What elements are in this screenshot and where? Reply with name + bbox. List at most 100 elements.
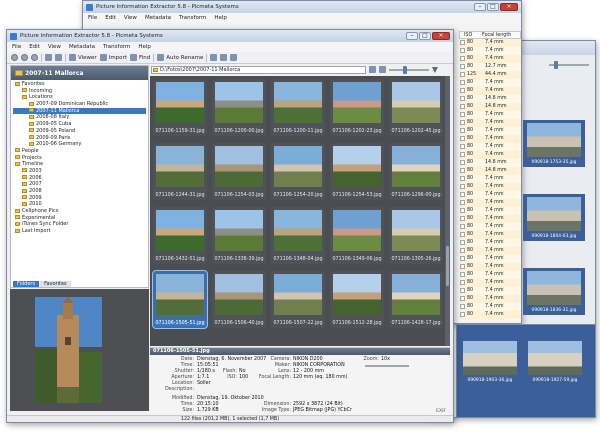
- thumbnail[interactable]: 071106-1200-11.jpg: [271, 79, 325, 136]
- tree-item[interactable]: 2010: [13, 201, 146, 208]
- row-checkbox[interactable]: [460, 64, 465, 69]
- copy-icon[interactable]: [45, 54, 52, 61]
- row-checkbox[interactable]: [460, 272, 465, 277]
- thumbnail[interactable]: 071106-1254-20.jpg: [271, 143, 325, 200]
- menu-view[interactable]: View: [48, 44, 61, 50]
- tree-item[interactable]: 2007-09 Dominican Republic: [13, 101, 146, 108]
- thumbnail[interactable]: 071106-1349-06.jpg: [330, 207, 384, 264]
- rotate-left-icon[interactable]: [210, 54, 218, 61]
- back-thumbnail[interactable]: 090918-1753-35.jpg: [523, 120, 585, 167]
- row-checkbox[interactable]: [460, 136, 465, 141]
- row-checkbox[interactable]: [460, 152, 465, 157]
- filter-icon[interactable]: [432, 66, 438, 73]
- row-checkbox[interactable]: [460, 96, 465, 101]
- thumbnail[interactable]: 071106-1244-31.jpg: [153, 143, 207, 200]
- minimize-button[interactable]: –: [406, 32, 418, 40]
- row-checkbox[interactable]: [460, 184, 465, 189]
- row-checkbox[interactable]: [460, 40, 465, 45]
- auto-rename-button[interactable]: Auto Rename: [157, 54, 203, 61]
- tree-item[interactable]: 2010-06 Germany: [13, 141, 146, 148]
- tree-item[interactable]: 2009-05 Cuba: [13, 121, 146, 128]
- exif-button[interactable]: EXIF: [436, 409, 446, 414]
- row-checkbox[interactable]: [460, 48, 465, 53]
- menu-file[interactable]: File: [88, 15, 97, 21]
- cut-icon[interactable]: [55, 54, 62, 61]
- minimize-button[interactable]: –: [474, 3, 486, 11]
- row-checkbox[interactable]: [460, 72, 465, 77]
- row-checkbox[interactable]: [460, 224, 465, 229]
- row-checkbox[interactable]: [460, 56, 465, 61]
- row-checkbox[interactable]: [460, 200, 465, 205]
- thumbnail[interactable]: 071106-1159-31.jpg: [153, 79, 207, 136]
- menu-transform[interactable]: Transform: [103, 44, 130, 50]
- menu-transform[interactable]: Transform: [179, 15, 206, 21]
- import-button[interactable]: Import: [99, 54, 127, 61]
- view-grid-icon[interactable]: [369, 66, 376, 73]
- thumbnail[interactable]: 071106-1505-51.jpg: [152, 270, 208, 329]
- thumbnail[interactable]: 071106-1506-40.jpg: [212, 271, 266, 328]
- row-checkbox[interactable]: [460, 192, 465, 197]
- thumbnail[interactable]: 071106-1512-28.jpg: [330, 271, 384, 328]
- row-checkbox[interactable]: [460, 264, 465, 269]
- find-button[interactable]: Find: [129, 54, 150, 61]
- tree-item[interactable]: Cellphone Pics: [13, 208, 146, 215]
- menu-help[interactable]: Help: [138, 44, 151, 50]
- tree-item[interactable]: 2007-11 Mallorca: [13, 107, 146, 115]
- rotate-right-icon[interactable]: [220, 54, 228, 61]
- row-checkbox[interactable]: [460, 256, 465, 261]
- grid-scrollbar[interactable]: [445, 76, 450, 346]
- maximize-button[interactable]: □: [487, 3, 499, 11]
- tree-item[interactable]: Experimental: [13, 215, 146, 222]
- tree-item[interactable]: 2008-08 Italy: [13, 114, 146, 121]
- thumbnail[interactable]: 071106-1202-45.jpg: [389, 79, 443, 136]
- tab-favorites[interactable]: Favorites: [40, 281, 71, 287]
- row-checkbox[interactable]: [460, 296, 465, 301]
- tree-item[interactable]: 2009-05 Poland: [13, 128, 146, 135]
- thumb-size-slider[interactable]: [389, 65, 429, 74]
- row-checkbox[interactable]: [460, 312, 465, 317]
- row-checkbox[interactable]: [460, 144, 465, 149]
- row-checkbox[interactable]: [460, 104, 465, 109]
- tree-item[interactable]: Locations: [13, 94, 146, 101]
- menu-help[interactable]: Help: [214, 15, 227, 21]
- col-focal[interactable]: Focal length: [482, 33, 511, 38]
- thumbnail[interactable]: 071106-1305-26.jpg: [389, 207, 443, 264]
- menu-metadata[interactable]: Metadata: [145, 15, 171, 21]
- back-thumbnail[interactable]: 090918-1927-59.jpg: [524, 338, 586, 385]
- row-checkbox[interactable]: [460, 304, 465, 309]
- thumbnail[interactable]: 071106-1348-04.jpg: [271, 207, 325, 264]
- row-checkbox[interactable]: [460, 240, 465, 245]
- tree-item[interactable]: 2008: [13, 188, 146, 195]
- tree-item[interactable]: Timeline: [13, 161, 146, 168]
- tree-item[interactable]: People: [13, 148, 146, 155]
- back-thumbnail[interactable]: 090918-1903-36.jpg: [459, 338, 521, 385]
- row-checkbox[interactable]: [460, 280, 465, 285]
- row-checkbox[interactable]: [460, 160, 465, 165]
- thumbnail[interactable]: 071106-1338-39.jpg: [212, 207, 266, 264]
- row-checkbox[interactable]: [460, 288, 465, 293]
- row-checkbox[interactable]: [460, 128, 465, 133]
- tree-item[interactable]: 2009: [13, 195, 146, 202]
- view-list-icon[interactable]: [379, 66, 386, 73]
- close-button[interactable]: ×: [432, 32, 450, 40]
- maximize-button[interactable]: □: [419, 32, 431, 40]
- tree-item[interactable]: Last Import: [13, 228, 146, 235]
- forward-icon[interactable]: [21, 54, 28, 61]
- row-checkbox[interactable]: [460, 120, 465, 125]
- tree-item[interactable]: 2003: [13, 168, 146, 175]
- tree-item[interactable]: 2006: [13, 175, 146, 182]
- up-icon[interactable]: [31, 54, 38, 61]
- tree-item[interactable]: Favorites: [13, 81, 146, 88]
- row-checkbox[interactable]: [460, 88, 465, 93]
- tree-item[interactable]: Projects: [13, 155, 146, 162]
- thumbnail[interactable]: 071106-1428-17.jpg: [389, 271, 443, 328]
- thumbnail[interactable]: 071106-1200-00.jpg: [212, 79, 266, 136]
- back-thumbnail[interactable]: 090918-1804-03.jpg: [523, 194, 585, 241]
- thumbnail[interactable]: 071106-1296-00.jpg: [389, 143, 443, 200]
- tree-item[interactable]: 2007: [13, 181, 146, 188]
- row-checkbox[interactable]: [460, 80, 465, 85]
- zoom-slider-info[interactable]: [365, 365, 409, 367]
- back-icon[interactable]: [11, 54, 18, 61]
- row-checkbox[interactable]: [460, 176, 465, 181]
- row-checkbox[interactable]: [460, 232, 465, 237]
